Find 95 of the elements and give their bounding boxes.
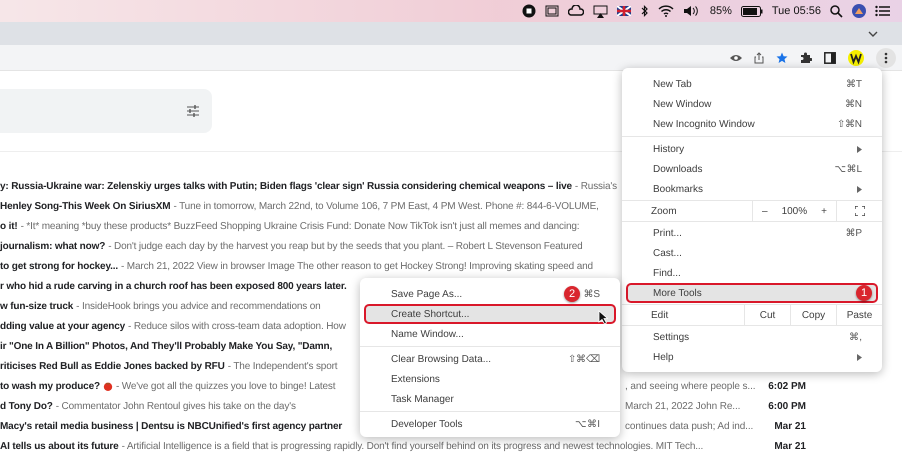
- email-snippet[interactable]: - The Independent's sport: [228, 360, 338, 372]
- edit-button[interactable]: Copy: [790, 305, 836, 325]
- shortcut: ⇧⌘⌫: [568, 353, 600, 365]
- volume-icon: [682, 5, 701, 17]
- shortcut: ⌘N: [844, 98, 862, 110]
- shortcut: ⌘T: [846, 78, 862, 90]
- menu-item[interactable]: More Tools 1: [626, 283, 878, 303]
- email-snippet[interactable]: - *It* meaning *buy these products* BuzzFeed Shopping Ukraine Crisis Fund: Donate Now TikTok isn't just all memes and dancing:: [20, 220, 580, 232]
- email-time: Mar 21: [773, 440, 806, 452]
- menu-item[interactable]: Find...: [626, 263, 878, 283]
- airplay-icon: [592, 4, 608, 18]
- email-subject[interactable]: r who hid a rude carving in a church roof has been exposed 800 years later.: [0, 280, 347, 292]
- menu-item[interactable]: Developer Tools ⌥⌘I: [364, 414, 616, 434]
- email-snippet[interactable]: - Reduce silos with cross-team data adoption. How: [128, 320, 346, 332]
- step-badge: 1: [856, 285, 872, 301]
- menu-item[interactable]: Name Window...: [364, 324, 616, 344]
- email-snippet[interactable]: - March 21, 2022 View in browser Image The other reason to get Hockey Strong! Improving skating speed and: [121, 260, 593, 272]
- menu-button[interactable]: [876, 48, 896, 68]
- email-subject[interactable]: to wash my produce?: [0, 380, 100, 392]
- menu-item[interactable]: New Window ⌘N: [626, 94, 878, 114]
- email-snippet[interactable]: - Artificial Intelligence is a field that is progressing rapidly. Don't find yourself behind on its progress and newest technologies. MIT Tech...: [122, 440, 704, 452]
- bluetooth-icon: [640, 4, 649, 18]
- email-snippet[interactable]: - Commentator John Rentoul gives his take on the day's: [56, 400, 296, 412]
- menu-item[interactable]: Create Shortcut...: [364, 304, 616, 324]
- extension-icon[interactable]: [848, 50, 864, 66]
- email-preview[interactable]: continues data push; Ad ind...: [625, 420, 758, 432]
- menu-item[interactable]: New Tab ⌘T: [626, 74, 878, 94]
- flag-icon: [616, 6, 631, 16]
- search-icon[interactable]: [830, 4, 843, 18]
- zoom-out-button[interactable]: –: [762, 206, 768, 216]
- zoom-in-button[interactable]: +: [821, 206, 827, 216]
- menu-item[interactable]: History: [626, 139, 878, 159]
- shortcut: ⌘S: [583, 288, 600, 300]
- eye-icon[interactable]: [730, 54, 742, 62]
- clock: Tue 05:56: [772, 5, 821, 17]
- puzzle-icon[interactable]: [800, 52, 812, 64]
- email-subject[interactable]: o it!: [0, 220, 18, 232]
- email-subject[interactable]: ir "One In A Billion" Photos, And They'll Probably Make You Say, "Damn,: [0, 340, 332, 352]
- email-subject[interactable]: journalism: what now?: [0, 240, 106, 252]
- wifi-icon: [658, 5, 674, 17]
- email-preview[interactable]: , and seeing where people s...: [625, 380, 758, 392]
- chevron-down-icon[interactable]: [868, 30, 878, 36]
- email-time: 6:00 PM: [767, 400, 806, 412]
- zoom-level: 100%: [782, 206, 808, 216]
- email-subject[interactable]: AI tells us about its future: [0, 440, 119, 452]
- email-subject[interactable]: y: Russia-Ukraine war: Zelenskiy urges talks with Putin; Biden flags 'clear sign' Russia considering chemical weapons – live: [0, 180, 572, 192]
- email-snippet[interactable]: - Don't judge each day by the harvest you reap but by the seeds that you plant. – Robert L Stevenson Featured: [108, 240, 583, 252]
- menu-item[interactable]: Downloads ⌥⌘L: [626, 159, 878, 179]
- email-subject[interactable]: riticises Red Bull as Eddie Jones backed by RFU: [0, 360, 225, 372]
- menu-item[interactable]: Settings ⌘,: [626, 327, 878, 347]
- email-subject[interactable]: Henley Song-This Week On SiriusXM: [0, 200, 170, 212]
- window-icon: [544, 5, 559, 17]
- email-subject[interactable]: d Tony Do?: [0, 400, 53, 412]
- menu-item[interactable]: Clear Browsing Data... ⇧⌘⌫: [364, 349, 616, 369]
- menu-item[interactable]: Help: [626, 347, 878, 367]
- email-subject[interactable]: Macy's retail media business | Dentsu is NBCUnified's first agency partner: [0, 420, 342, 432]
- share-icon[interactable]: [754, 52, 764, 64]
- menu-item[interactable]: New Incognito Window ⇧⌘N: [626, 114, 878, 134]
- battery-percentage: 85%: [710, 5, 732, 17]
- filter-icon[interactable]: [186, 104, 200, 118]
- more-icon: [884, 52, 888, 64]
- email-subject[interactable]: dding value at your agency: [0, 320, 126, 332]
- fullscreen-icon[interactable]: [854, 206, 864, 216]
- email-snippet[interactable]: - Russia's: [574, 180, 617, 192]
- side-panel-icon[interactable]: [824, 52, 836, 64]
- step-badge: 2: [564, 286, 580, 302]
- menu-item[interactable]: Task Manager: [364, 389, 616, 409]
- menu-item[interactable]: Save Page As... 2 ⌘S: [364, 284, 616, 304]
- email-snippet[interactable]: - InsideHook brings you advice and recommendations on: [76, 300, 321, 312]
- email-subject[interactable]: to get strong for hockey...: [0, 260, 118, 272]
- menu-item[interactable]: Bookmarks: [626, 179, 878, 199]
- star-icon[interactable]: [776, 52, 788, 64]
- shortcut: ⌘P: [845, 227, 862, 239]
- email-time: Mar 21: [773, 420, 806, 432]
- cloud-icon: [568, 5, 584, 17]
- shortcut: ⌥⌘L: [834, 163, 862, 175]
- email-preview[interactable]: March 21, 2022 John Re...: [625, 400, 758, 412]
- edit-button[interactable]: Cut: [744, 305, 790, 325]
- menu-label: Zoom: [650, 204, 678, 218]
- battery-icon: [740, 6, 763, 16]
- shortcut: ⌘,: [849, 331, 862, 343]
- shortcut: ⇧⌘N: [836, 118, 862, 130]
- shortcut: ⌥⌘I: [575, 418, 600, 430]
- edit-button[interactable]: Paste: [836, 305, 882, 325]
- email-subject[interactable]: w fun-size truck: [0, 300, 74, 312]
- email-time: 6:02 PM: [767, 380, 806, 392]
- list-icon[interactable]: [875, 5, 890, 17]
- menu-item[interactable]: Cast...: [626, 243, 878, 263]
- email-snippet[interactable]: - Tune in tomorrow, March 22nd, to Volume 106, 7 PM East, 4 PM West. Phone #: 844-6-VOLUME,: [173, 200, 599, 212]
- menu-label: Edit: [650, 308, 670, 322]
- record-icon: [522, 4, 536, 18]
- menu-item[interactable]: Print... ⌘P: [626, 223, 878, 243]
- menu-item[interactable]: Extensions: [364, 369, 616, 389]
- email-snippet[interactable]: - We've got all the quizzes you love to binge! Latest: [116, 380, 336, 392]
- avatar-icon[interactable]: [852, 4, 866, 18]
